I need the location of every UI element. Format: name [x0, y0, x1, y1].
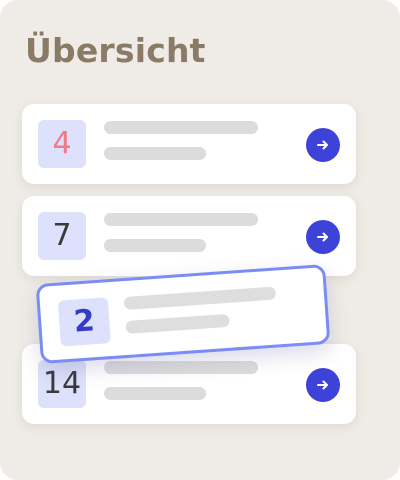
- overview-panel: Übersicht 4 7 14 2: [0, 0, 400, 480]
- item-number-badge: 7: [38, 212, 86, 260]
- text-placeholder-line: [104, 387, 206, 400]
- text-placeholder-line: [125, 313, 231, 335]
- text-placeholder-line: [104, 239, 206, 252]
- text-placeholder-line: [104, 147, 206, 160]
- text-placeholder-line: [123, 286, 277, 311]
- item-number-badge: 14: [38, 360, 86, 408]
- text-placeholder-line: [104, 361, 258, 374]
- open-item-button[interactable]: [306, 220, 340, 254]
- item-number-badge: 2: [57, 297, 111, 347]
- item-number-badge: 4: [38, 120, 86, 168]
- text-placeholder-line: [104, 121, 258, 134]
- arrow-right-icon: [317, 380, 328, 390]
- open-item-button[interactable]: [306, 128, 340, 162]
- list-item[interactable]: 4: [22, 104, 356, 184]
- arrow-right-icon: [317, 140, 328, 150]
- page-title: Übersicht: [25, 31, 206, 70]
- list-item[interactable]: 7: [22, 196, 356, 276]
- open-item-button[interactable]: [306, 368, 340, 402]
- arrow-right-icon: [317, 232, 328, 242]
- text-placeholder-line: [104, 213, 258, 226]
